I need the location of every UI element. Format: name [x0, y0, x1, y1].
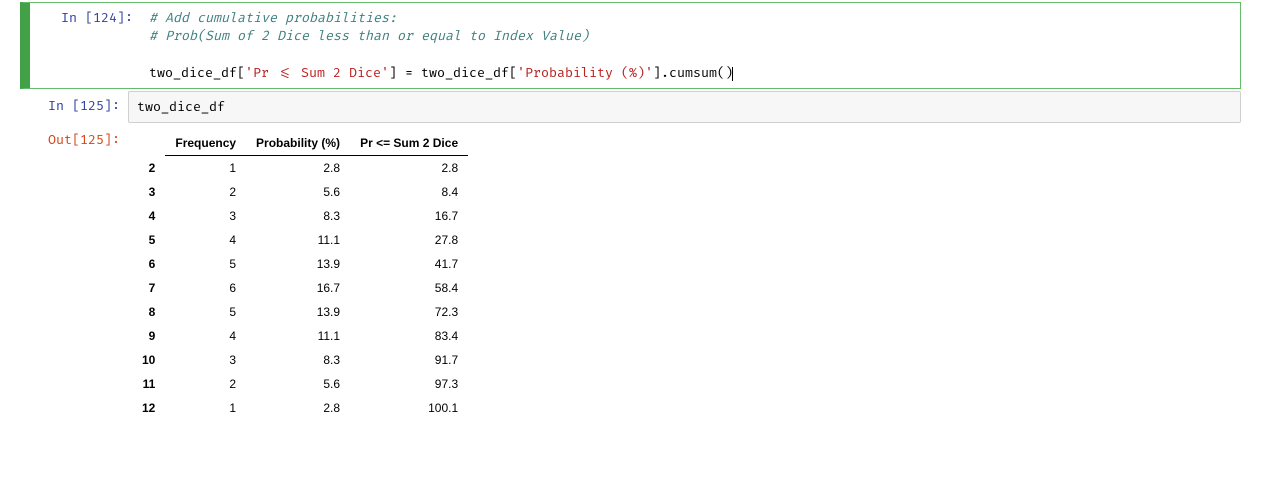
cell-prob: 8.3 [246, 204, 350, 228]
code-text: two_dice_df [137, 99, 225, 115]
cell-cum: 8.4 [350, 180, 468, 204]
row-index: 9 [132, 324, 165, 348]
code-string: 'Probability (%)' [517, 65, 653, 81]
cell-freq: 2 [165, 372, 246, 396]
row-index: 5 [132, 228, 165, 252]
table-row: 1212.8100.1 [132, 396, 468, 420]
table-header-frequency: Frequency [165, 131, 246, 156]
cell-cum: 91.7 [350, 348, 468, 372]
cell-prob: 2.8 [246, 155, 350, 180]
output-area: Frequency Probability (%) Pr <= Sum 2 Di… [128, 125, 1241, 426]
dataframe-table: Frequency Probability (%) Pr <= Sum 2 Di… [132, 131, 468, 420]
code-text: ].cumsum() [653, 65, 733, 81]
table-header-row: Frequency Probability (%) Pr <= Sum 2 Di… [132, 131, 468, 156]
row-index: 8 [132, 300, 165, 324]
input-prompt: In [125]: [20, 91, 128, 123]
table-row: 1038.391.7 [132, 348, 468, 372]
code-text: two_dice_df[ [149, 65, 245, 81]
cell-cum: 27.8 [350, 228, 468, 252]
table-row: 1125.697.3 [132, 372, 468, 396]
code-string: 'Pr <= Sum 2 Dice' [245, 65, 389, 81]
input-prompt: In [124]: [25, 3, 141, 88]
table-row: 325.68.4 [132, 180, 468, 204]
row-index: 10 [132, 348, 165, 372]
table-row: 9411.183.4 [132, 324, 468, 348]
cell-freq: 6 [165, 276, 246, 300]
cell-cum: 16.7 [350, 204, 468, 228]
row-index: 2 [132, 155, 165, 180]
cell-cum: 97.3 [350, 372, 468, 396]
output-prompt: Out[125]: [20, 125, 128, 426]
table-row: 6513.941.7 [132, 252, 468, 276]
notebook: In [124]: # Add cumulative probabilities… [0, 2, 1261, 426]
table-row: 212.82.8 [132, 155, 468, 180]
table-row: 5411.127.8 [132, 228, 468, 252]
cell-prob: 13.9 [246, 300, 350, 324]
code-comment: # Add cumulative probabilities: [149, 10, 397, 26]
cell-freq: 1 [165, 396, 246, 420]
cell-freq: 5 [165, 300, 246, 324]
cell-prob: 5.6 [246, 372, 350, 396]
cell-prob: 16.7 [246, 276, 350, 300]
cell-prob: 2.8 [246, 396, 350, 420]
cell-cum: 58.4 [350, 276, 468, 300]
row-index: 4 [132, 204, 165, 228]
cell-prob: 11.1 [246, 324, 350, 348]
table-row: 7616.758.4 [132, 276, 468, 300]
cell-prob: 8.3 [246, 348, 350, 372]
code-editor[interactable]: # Add cumulative probabilities: # Prob(S… [141, 3, 1240, 88]
cell-cum: 100.1 [350, 396, 468, 420]
row-index: 11 [132, 372, 165, 396]
table-header-index [132, 131, 165, 156]
cell-freq: 4 [165, 228, 246, 252]
table-header-probability: Probability (%) [246, 131, 350, 156]
row-index: 3 [132, 180, 165, 204]
code-comment: # Prob(Sum of 2 Dice less than or equal … [149, 28, 589, 44]
cell-freq: 3 [165, 204, 246, 228]
cell-prob: 11.1 [246, 228, 350, 252]
cell-freq: 4 [165, 324, 246, 348]
cell-freq: 3 [165, 348, 246, 372]
row-index: 12 [132, 396, 165, 420]
cell-prob: 5.6 [246, 180, 350, 204]
table-row: 438.316.7 [132, 204, 468, 228]
row-index: 7 [132, 276, 165, 300]
cell-freq: 1 [165, 155, 246, 180]
code-cell-124[interactable]: In [124]: # Add cumulative probabilities… [20, 2, 1241, 89]
table-row: 8513.972.3 [132, 300, 468, 324]
row-index: 6 [132, 252, 165, 276]
cell-cum: 2.8 [350, 155, 468, 180]
output-cell-125: Out[125]: Frequency Probability (%) Pr <… [20, 125, 1241, 426]
code-text: ] = two_dice_df[ [389, 65, 517, 81]
cell-freq: 2 [165, 180, 246, 204]
cell-freq: 5 [165, 252, 246, 276]
cell-cum: 72.3 [350, 300, 468, 324]
code-cell-125[interactable]: In [125]: two_dice_df [20, 91, 1241, 123]
code-editor[interactable]: two_dice_df [128, 91, 1241, 123]
cell-prob: 13.9 [246, 252, 350, 276]
cell-cum: 83.4 [350, 324, 468, 348]
cell-cum: 41.7 [350, 252, 468, 276]
table-header-cumulative: Pr <= Sum 2 Dice [350, 131, 468, 156]
text-cursor [732, 67, 733, 81]
